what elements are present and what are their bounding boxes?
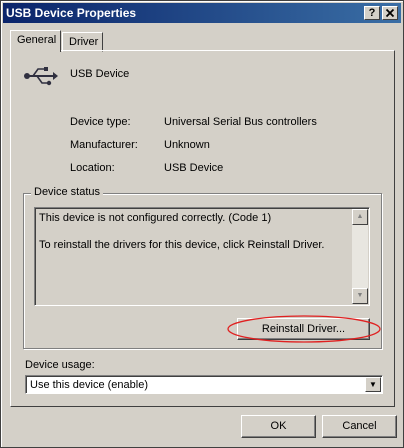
tab-general[interactable]: General bbox=[10, 30, 61, 52]
device-usage-select[interactable]: Use this device (enable) ▼ bbox=[25, 375, 383, 394]
device-type-value: Universal Serial Bus controllers bbox=[164, 116, 317, 128]
close-icon bbox=[385, 8, 395, 18]
ok-button[interactable]: OK bbox=[241, 415, 316, 438]
scroll-up-button[interactable]: ▲ bbox=[352, 209, 368, 225]
device-usage-label: Device usage: bbox=[25, 359, 95, 371]
status-line-1: This device is not configured correctly.… bbox=[39, 212, 272, 224]
device-name: USB Device bbox=[70, 68, 130, 80]
usb-icon bbox=[23, 65, 59, 90]
properties-dialog: USB Device Properties ? General Driver U… bbox=[0, 0, 404, 448]
title-bar[interactable]: USB Device Properties ? bbox=[3, 3, 401, 23]
device-status-textbox[interactable]: This device is not configured correctly.… bbox=[34, 207, 370, 306]
chevron-down-icon[interactable]: ▼ bbox=[365, 377, 381, 392]
status-line-2: To reinstall the drivers for this device… bbox=[39, 239, 325, 251]
tab-driver[interactable]: Driver bbox=[62, 32, 103, 52]
device-usage-value: Use this device (enable) bbox=[30, 379, 149, 391]
status-scrollbar[interactable]: ▲ ▼ bbox=[352, 209, 368, 304]
manufacturer-label: Manufacturer: bbox=[70, 139, 138, 151]
location-value: USB Device bbox=[164, 162, 224, 174]
window-title: USB Device Properties bbox=[6, 6, 137, 20]
scroll-down-button[interactable]: ▼ bbox=[352, 288, 368, 304]
highlight-ellipse bbox=[225, 313, 383, 348]
device-status-title: Device status bbox=[31, 186, 104, 198]
manufacturer-value: Unknown bbox=[164, 139, 210, 151]
location-label: Location: bbox=[70, 162, 115, 174]
cancel-button[interactable]: Cancel bbox=[322, 415, 397, 438]
device-type-label: Device type: bbox=[70, 116, 131, 128]
help-button[interactable]: ? bbox=[364, 6, 380, 20]
close-button[interactable] bbox=[382, 6, 398, 20]
